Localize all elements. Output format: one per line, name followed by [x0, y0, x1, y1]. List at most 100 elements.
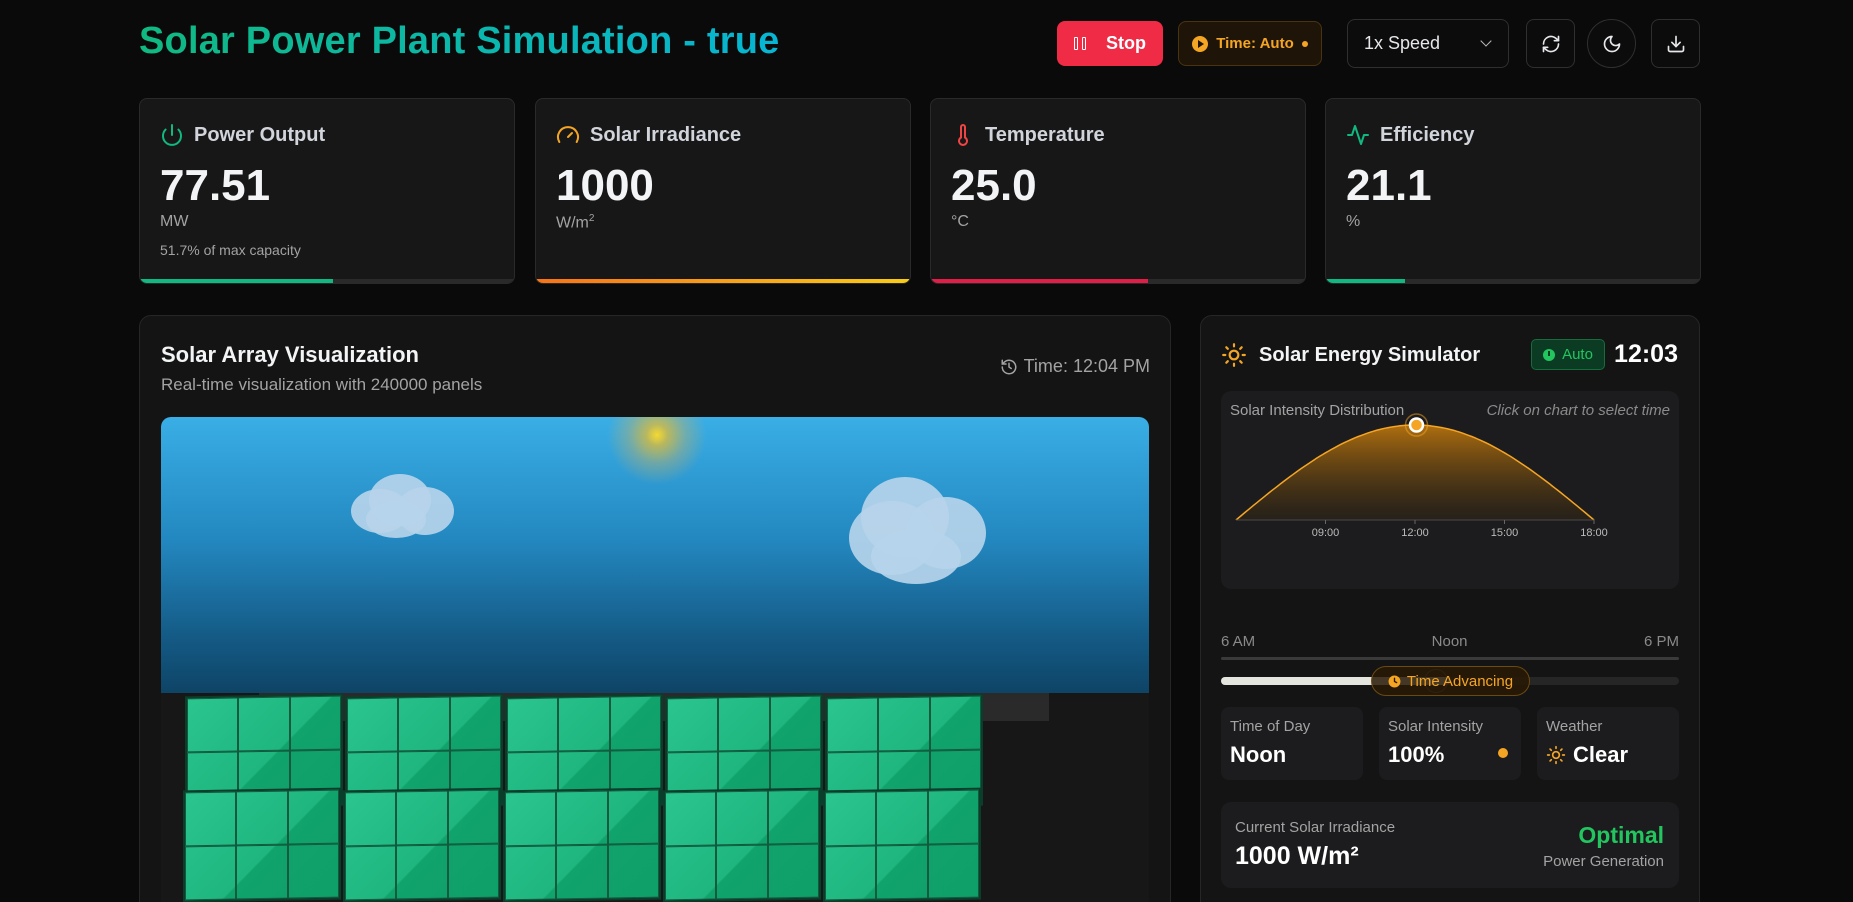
visualization-title: Solar Array Visualization	[161, 342, 419, 367]
solar-panel	[183, 787, 341, 902]
weather-card: Weather Clear	[1537, 707, 1679, 780]
time-mode-button[interactable]: Time: Auto	[1178, 21, 1322, 66]
generation-status-sub: Power Generation	[1543, 853, 1664, 870]
solar-panel	[823, 787, 981, 902]
time-mode-label: Time: Auto	[1216, 35, 1294, 52]
solar-panel-column	[183, 693, 347, 902]
gauge-icon	[557, 126, 579, 143]
moon-icon	[1603, 35, 1620, 52]
selected-time-marker[interactable]	[1408, 417, 1425, 433]
stat-label: Efficiency	[1380, 123, 1475, 146]
range-start-label: 6 AM	[1221, 633, 1256, 650]
visualization-subtitle: Real-time visualization with 240000 pane…	[161, 375, 483, 394]
stat-unit: °C	[951, 213, 969, 230]
download-button[interactable]	[1651, 19, 1700, 68]
page-title: Solar Power Plant Simulation - true	[139, 20, 780, 62]
simulator-header: Solar Energy Simulator	[1221, 342, 1480, 368]
solar-array-scene	[161, 417, 1149, 902]
auto-mode-badge[interactable]: Auto	[1531, 339, 1605, 370]
visualization-time: Time: 12:04 PM	[1000, 356, 1150, 377]
solar-panel-column	[663, 693, 827, 902]
x-tick-label: 12:00	[1401, 527, 1429, 539]
stat-unit: MW	[160, 213, 189, 230]
solar-panel	[343, 787, 501, 902]
card-value: 100%	[1388, 742, 1445, 767]
stop-button-label: Stop	[1106, 33, 1146, 53]
history-icon	[1001, 359, 1017, 374]
x-tick-label: 09:00	[1312, 527, 1340, 539]
distribution-hint: Click on chart to select time	[1486, 402, 1670, 419]
stat-value: 1000	[556, 161, 654, 210]
chevron-down-icon	[1480, 35, 1492, 47]
stat-card-temperature: Temperature 25.0 °C	[930, 98, 1306, 284]
solar-panel-column	[823, 693, 987, 902]
card-value: Clear	[1573, 742, 1629, 767]
generation-status: Optimal	[1578, 822, 1664, 848]
range-divider	[1221, 657, 1679, 660]
stop-button[interactable]: Stop	[1057, 21, 1163, 66]
stat-value: 25.0	[951, 161, 1037, 210]
activity-icon	[1347, 125, 1369, 145]
clock-icon	[1388, 675, 1401, 687]
stat-card-solar-irradiance: Solar Irradiance 1000 W/m2	[535, 98, 911, 284]
speed-select-value: 1x Speed	[1364, 33, 1441, 53]
visualization-time-label: Time: 12:04 PM	[1023, 356, 1150, 376]
power-icon	[162, 124, 182, 146]
time-range-labels: 6 AM Noon 6 PM	[1221, 633, 1679, 650]
sun-icon	[1222, 343, 1246, 367]
download-icon	[1667, 35, 1684, 52]
irradiance-label: Current Solar Irradiance	[1235, 819, 1396, 836]
solar-panel-column	[343, 693, 507, 902]
refresh-icon	[1542, 35, 1559, 52]
stat-progress-bar	[931, 279, 1305, 283]
irradiance-value: 1000 W/m²	[1235, 842, 1359, 870]
card-label: Solar Intensity	[1388, 718, 1484, 735]
pause-icon	[1074, 37, 1086, 50]
x-tick-label: 15:00	[1491, 527, 1519, 539]
stat-unit: %	[1346, 213, 1361, 230]
range-end-label: 6 PM	[1643, 633, 1679, 650]
solar-panel	[663, 787, 821, 902]
solar-intensity-card: Solar Intensity 100%	[1379, 707, 1521, 780]
stat-card-efficiency: Efficiency 21.1 %	[1325, 98, 1701, 284]
intensity-indicator	[1498, 748, 1508, 758]
theme-toggle-button[interactable]	[1587, 19, 1636, 68]
stat-unit: W/m2	[556, 213, 595, 232]
time-advancing-label: Time Advancing	[1406, 672, 1514, 690]
stat-card-power-output: Power Output 77.51 MW 51.7% of max capac…	[139, 98, 515, 284]
stat-value: 21.1	[1346, 161, 1432, 210]
x-tick-label: 18:00	[1580, 527, 1608, 539]
simulator-clock: 12:03	[1614, 340, 1678, 368]
refresh-button[interactable]	[1526, 19, 1575, 68]
stat-subtext: 51.7% of max capacity	[160, 242, 301, 258]
speed-select[interactable]: 1x Speed	[1347, 19, 1509, 68]
stat-card-header: Solar Irradiance	[556, 123, 741, 147]
intensity-area	[1236, 425, 1594, 520]
stat-card-header: Efficiency	[1346, 123, 1474, 147]
clock-icon	[1543, 348, 1556, 361]
card-value: Noon	[1230, 742, 1287, 767]
stat-progress-bar	[140, 279, 514, 283]
solar-panel-column	[503, 693, 667, 902]
solar-array-visualization-panel: Solar Array Visualization Real-time visu…	[139, 315, 1171, 902]
stat-progress-bar	[536, 279, 910, 283]
stat-card-header: Power Output	[160, 123, 325, 147]
sun-icon	[1546, 745, 1566, 765]
card-value-row: Clear	[1546, 742, 1628, 768]
stat-label: Power Output	[194, 123, 326, 146]
time-of-day-card: Time of Day Noon	[1221, 707, 1363, 780]
stat-label: Solar Irradiance	[590, 123, 742, 146]
stat-card-header: Temperature	[951, 123, 1105, 147]
auto-badge-label: Auto	[1562, 346, 1593, 363]
distribution-title: Solar Intensity Distribution	[1230, 402, 1405, 419]
card-label: Time of Day	[1230, 718, 1311, 735]
thermometer-icon	[958, 124, 968, 146]
range-mid-label: Noon	[1431, 633, 1468, 650]
card-label: Weather	[1546, 718, 1603, 735]
solar-energy-simulator-panel: Solar Energy Simulator Auto 12:03 09:00 1…	[1200, 315, 1700, 902]
current-irradiance-card: Current Solar Irradiance 1000 W/m² Optim…	[1221, 802, 1679, 888]
time-advancing-badge: Time Advancing	[1371, 666, 1530, 696]
play-icon	[1192, 35, 1209, 52]
status-dot	[1301, 40, 1308, 47]
intensity-distribution-chart[interactable]: 09:00 12:00 15:00 18:00 Solar Intensity Dis…	[1221, 391, 1679, 589]
